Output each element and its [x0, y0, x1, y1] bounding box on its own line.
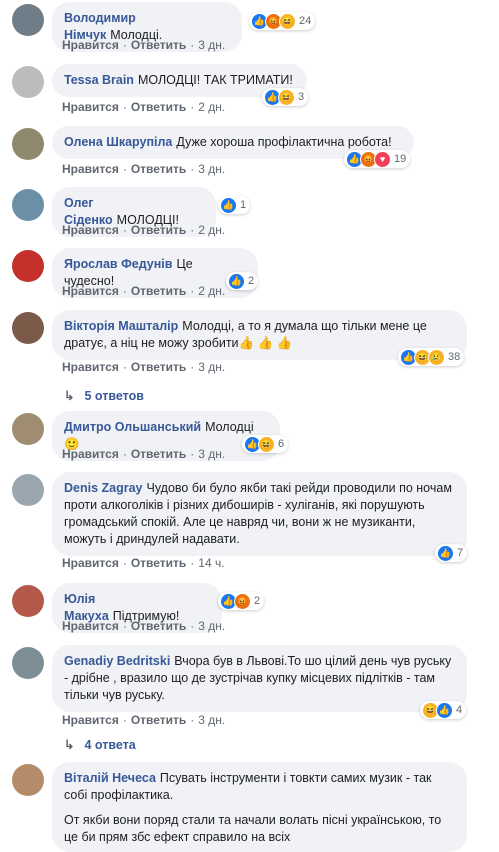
comment-text-paragraph: От якби вони поряд стали та начали волат… — [64, 813, 442, 844]
avatar[interactable] — [12, 474, 44, 506]
reply-link[interactable]: Ответить — [131, 447, 186, 461]
avatar[interactable] — [12, 647, 44, 679]
reaction-count: 3 — [298, 91, 305, 103]
like-link[interactable]: Нравится — [62, 619, 119, 633]
reaction-count: 2 — [248, 275, 255, 287]
reactions[interactable]: 👍 😆 6 — [242, 435, 289, 453]
reactions[interactable]: 👍 😡 ♥ 19 — [344, 150, 411, 168]
comment-author[interactable]: Denis Zagray — [64, 481, 143, 495]
reaction-count: 24 — [299, 15, 312, 27]
comment-meta: Нравится · Ответить · 14 ч. — [62, 556, 225, 570]
reaction-count: 7 — [457, 547, 464, 559]
reactions[interactable]: 👍 😡 2 — [218, 592, 265, 610]
like-icon: 👍 — [228, 272, 245, 290]
comment-author[interactable]: Genadiy Bedritski — [64, 654, 170, 668]
timestamp[interactable]: 3 дн. — [198, 162, 225, 176]
reply-link[interactable]: Ответить — [131, 162, 186, 176]
timestamp[interactable]: 3 дн. — [198, 360, 225, 374]
angry-icon: 😡 — [234, 592, 251, 610]
comment-bubble: Genadiy Bedritski Вчора був в Львові.То ш… — [52, 645, 467, 712]
like-link[interactable]: Нравится — [62, 38, 119, 52]
comment-author[interactable]: Олена Шкарупіла — [64, 135, 172, 149]
reaction-count: 6 — [278, 438, 285, 450]
reactions[interactable]: 👍 😆 3 — [262, 88, 309, 106]
reply-link[interactable]: Ответить — [131, 556, 186, 570]
avatar[interactable] — [12, 128, 44, 160]
comment-meta: Нравится · Ответить · 3 дн. — [62, 162, 226, 176]
reaction-count: 19 — [394, 153, 407, 165]
reply-link[interactable]: Ответить — [131, 223, 186, 237]
like-link[interactable]: Нравится — [62, 284, 119, 298]
reactions[interactable]: 👍 😡 😆 24 — [249, 12, 316, 30]
reactions[interactable]: 😆 👍 4 — [420, 701, 467, 719]
timestamp[interactable]: 2 дн. — [198, 223, 225, 237]
reaction-count: 1 — [240, 199, 247, 211]
like-link[interactable]: Нравится — [62, 447, 119, 461]
comment-author[interactable]: Tessa Brain — [64, 73, 134, 87]
timestamp[interactable]: 3 дн. — [198, 447, 225, 461]
comment-meta: Нравится · Ответить · 3 дн. — [62, 360, 226, 374]
avatar[interactable] — [12, 189, 44, 221]
reaction-count: 38 — [448, 351, 461, 363]
timestamp[interactable]: 14 ч. — [198, 556, 224, 570]
like-link[interactable]: Нравится — [62, 713, 119, 727]
avatar[interactable] — [12, 764, 44, 796]
comment-author[interactable]: Вікторія Машталір — [64, 319, 178, 333]
comment-meta: Нравится · Ответить · 2 дн. — [62, 223, 226, 237]
haha-icon: 😆 — [279, 12, 296, 30]
avatar[interactable] — [12, 250, 44, 282]
reply-link[interactable]: Ответить — [131, 619, 186, 633]
like-icon: 👍 — [436, 701, 453, 719]
haha-icon: 😆 — [258, 435, 275, 453]
reaction-count: 2 — [254, 595, 261, 607]
reply-link[interactable]: Ответить — [131, 713, 186, 727]
comment-text: МОЛОДЦІ! ТАК ТРИМАТИ! — [137, 73, 293, 87]
avatar[interactable] — [12, 312, 44, 344]
like-link[interactable]: Нравится — [62, 162, 119, 176]
love-icon: ♥ — [374, 150, 391, 168]
reaction-count: 4 — [456, 704, 463, 716]
avatar[interactable] — [12, 413, 44, 445]
view-replies-link[interactable]: ↳ 5 ответов — [64, 388, 144, 403]
reply-link[interactable]: Ответить — [131, 100, 186, 114]
like-link[interactable]: Нравится — [62, 100, 119, 114]
timestamp[interactable]: 3 дн. — [198, 713, 225, 727]
comment-author[interactable]: Віталій Нечеса — [64, 771, 156, 785]
comment-text: Дуже хороша профілактична робота! — [176, 135, 392, 149]
like-icon: 👍 — [220, 196, 237, 214]
comment-meta: Нравится · Ответить · 2 дн. — [62, 100, 226, 114]
sad-icon: 😢 — [428, 348, 445, 366]
like-icon: 👍 — [437, 544, 454, 562]
comment-meta: Нравится · Ответить · 3 дн. — [62, 38, 226, 52]
comment-meta: Нравится · Ответить · 3 дн. — [62, 619, 226, 633]
avatar[interactable] — [12, 585, 44, 617]
timestamp[interactable]: 2 дн. — [198, 284, 225, 298]
comment-meta: Нравится · Ответить · 3 дн. — [62, 713, 226, 727]
comment-bubble: Віталій Нечеса Псувать інструменти і товк… — [52, 762, 467, 852]
reply-arrow-icon: ↳ — [64, 389, 75, 403]
reactions[interactable]: 👍 😆 😢 38 — [398, 348, 465, 366]
timestamp[interactable]: 3 дн. — [198, 619, 225, 633]
comment-bubble: Denis Zagray Чудово би було якби такі рей… — [52, 472, 467, 556]
reactions[interactable]: 👍 7 — [435, 544, 468, 562]
avatar[interactable] — [12, 66, 44, 98]
reply-link[interactable]: Ответить — [131, 360, 186, 374]
view-replies-link[interactable]: ↳ 4 ответа — [64, 737, 136, 752]
reply-arrow-icon: ↳ — [64, 738, 75, 752]
comment-meta: Нравится · Ответить · 2 дн. — [62, 284, 226, 298]
haha-icon: 😆 — [278, 88, 295, 106]
reactions[interactable]: 👍 2 — [226, 272, 259, 290]
reply-link[interactable]: Ответить — [131, 38, 186, 52]
like-link[interactable]: Нравится — [62, 360, 119, 374]
reactions[interactable]: 👍 1 — [218, 196, 251, 214]
comment-author[interactable]: Дмитро Ольшанський — [64, 420, 201, 434]
timestamp[interactable]: 3 дн. — [198, 38, 225, 52]
avatar[interactable] — [12, 4, 44, 36]
comment-author[interactable]: Ярослав Федунів — [64, 257, 172, 271]
timestamp[interactable]: 2 дн. — [198, 100, 225, 114]
comment-meta: Нравится · Ответить · 3 дн. — [62, 447, 226, 461]
like-link[interactable]: Нравится — [62, 223, 119, 237]
like-link[interactable]: Нравится — [62, 556, 119, 570]
reply-link[interactable]: Ответить — [131, 284, 186, 298]
